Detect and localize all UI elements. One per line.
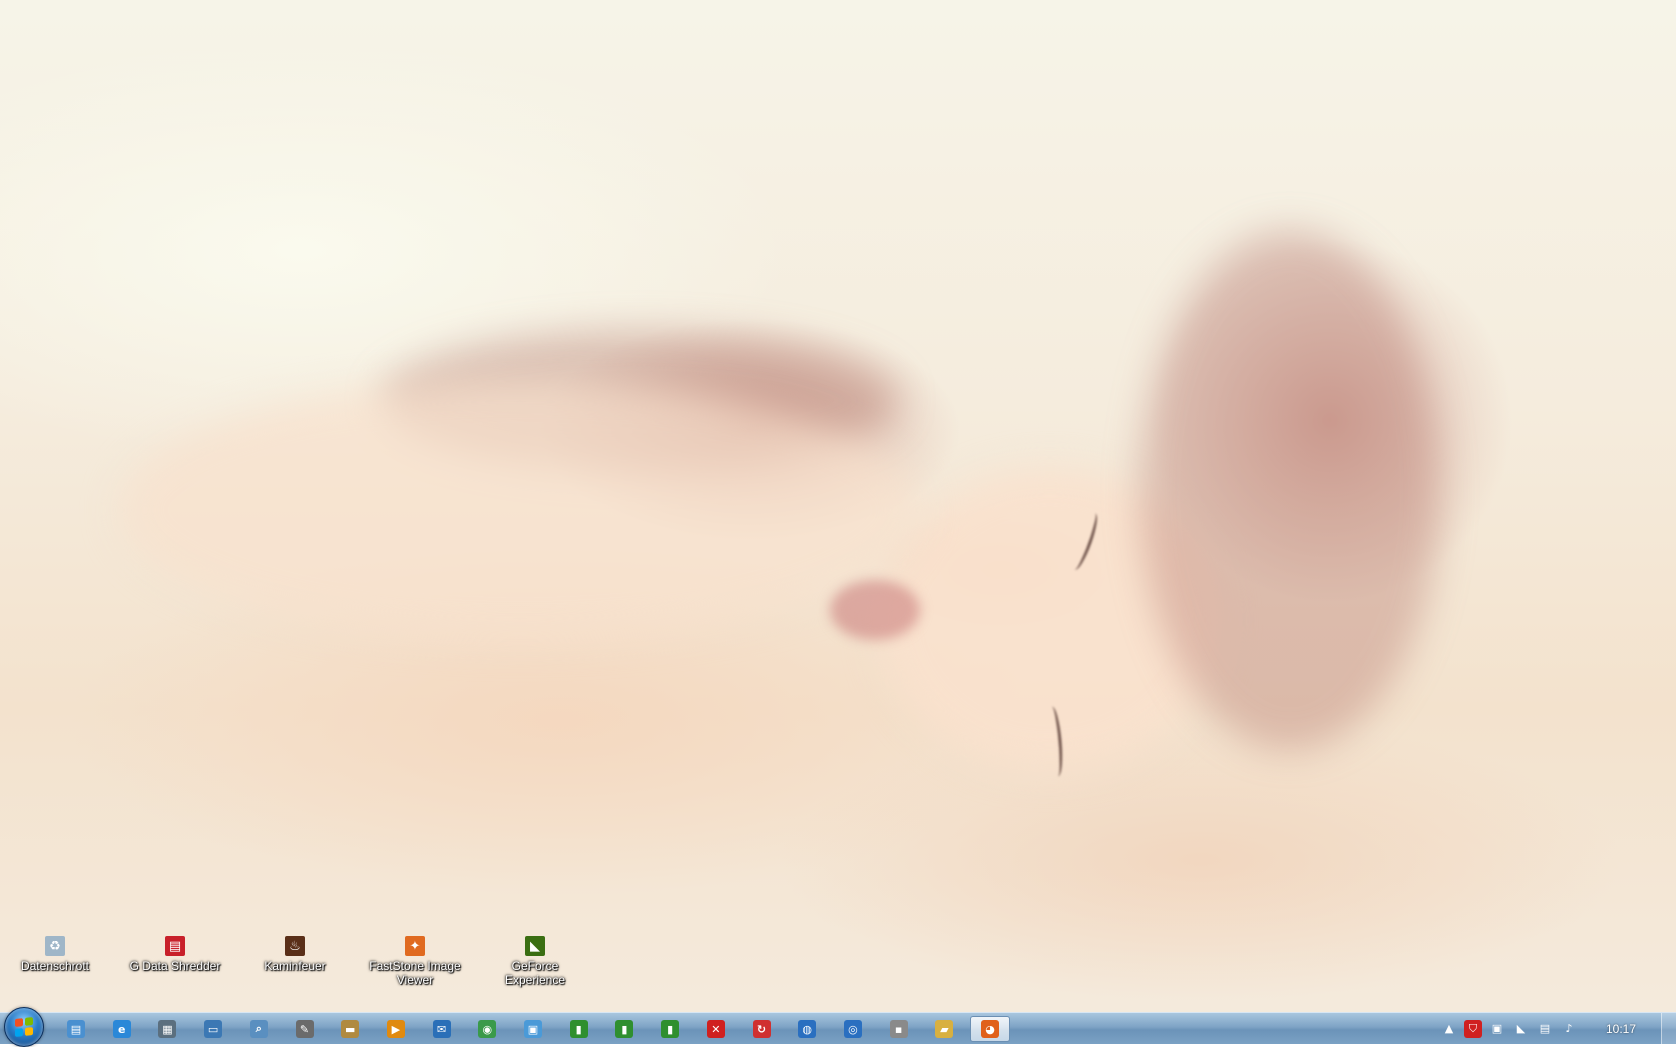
taskbar-button-explorer[interactable]: ▤ <box>56 1016 96 1042</box>
taskbar-button-photos[interactable]: ▣ <box>513 1016 553 1042</box>
nvidia-icon: ◣ <box>525 936 545 956</box>
green-app-2-icon: ▮ <box>615 1020 634 1038</box>
taskbar-button-green-app-3[interactable]: ▮ <box>650 1016 690 1042</box>
volume-icon[interactable]: ♪ <box>1560 1020 1578 1038</box>
gdata-shield-icon[interactable]: ⛉ <box>1464 1019 1482 1038</box>
windows-logo-icon <box>15 1017 33 1037</box>
taskbar-button-camera[interactable]: ▪ <box>879 1016 919 1042</box>
media-player-icon: ▶ <box>386 1020 405 1038</box>
drive-icon: ▭ <box>204 1020 223 1038</box>
wallpaper-shade-hair-right <box>1140 230 1440 750</box>
taskbar-button-maps[interactable]: ◉ <box>467 1016 507 1042</box>
show-hidden-icons-icon[interactable]: ▲ <box>1440 1020 1458 1038</box>
internet-explorer-icon: e <box>112 1020 131 1038</box>
desktop-icon-label: Datenschrott <box>20 959 90 973</box>
firefox-icon: ◕ <box>981 1020 999 1038</box>
start-button[interactable] <box>4 1007 44 1047</box>
network-icon[interactable]: ▤ <box>1536 1020 1554 1038</box>
desktop-icon-label: G Data Shredder <box>129 959 221 973</box>
desktop-icon-g-data-shredder[interactable]: ▤ G Data Shredder <box>120 936 230 973</box>
desktop-icon-label: Kaminfeuer <box>264 959 326 973</box>
faststone-icon: ✦ <box>405 936 425 956</box>
photos-icon: ▣ <box>524 1020 542 1038</box>
taskbar-button-media-player[interactable]: ▶ <box>376 1016 416 1042</box>
taskbar-button-drive[interactable]: ▭ <box>193 1016 233 1042</box>
taskbar-button-internet-explorer[interactable]: e <box>102 1016 142 1042</box>
sync-icon: ↻ <box>752 1020 771 1038</box>
green-app-3-icon: ▮ <box>661 1020 680 1038</box>
desktop-icon-label: FastStone Image Viewer <box>369 959 461 987</box>
taskbar: ▤ e ▦ ▭ ⌕ ✎ ▬ ▶ ✉ ◉ ▣ ▮ ▮ ▮ ✕ ↻ ◍ ◎ ▪ ▰ ◕ ▲ ⛉ ▣ ◣ ▤ ♪ 10:17 <box>0 1007 1676 1047</box>
taskbar-button-mail[interactable]: ✉ <box>422 1016 462 1042</box>
paint-icon: ✎ <box>295 1020 314 1038</box>
camera-icon: ▪ <box>889 1020 908 1038</box>
explorer-icon: ▤ <box>67 1020 85 1038</box>
nvidia-tray-icon[interactable]: ◣ <box>1512 1020 1530 1038</box>
maps-icon: ◉ <box>478 1020 497 1038</box>
fireplace-icon: ♨ <box>285 936 305 956</box>
taskbar-button-green-app-1[interactable]: ▮ <box>559 1016 599 1042</box>
wallpaper-lips <box>830 580 920 640</box>
wallpaper-shade-arm <box>120 380 920 640</box>
taskbar-button-firefox[interactable]: ◕ <box>970 1016 1010 1042</box>
globe-icon: ◎ <box>843 1020 862 1038</box>
tray-icons: ▲ ⛉ ▣ ◣ ▤ ♪ <box>1437 1019 1581 1038</box>
taskbar-button-sync[interactable]: ↻ <box>742 1016 782 1042</box>
recycle-bin-icon: ♻ <box>45 936 65 956</box>
network-globe-icon: ◍ <box>798 1020 817 1038</box>
desktop-wallpaper: ♻ Datenschrott ▤ G Data Shredder ♨ Kamin… <box>0 0 1676 1012</box>
show-desktop-button[interactable] <box>1661 1013 1676 1044</box>
taskbar-button-folder[interactable]: ▰ <box>924 1016 964 1042</box>
taskbar-button-network-globe[interactable]: ◍ <box>787 1016 827 1042</box>
shredder-icon: ▤ <box>165 936 185 956</box>
calculator-icon: ▦ <box>158 1020 177 1038</box>
desktop-icon-faststone-image-viewer[interactable]: ✦ FastStone Image Viewer <box>360 936 470 987</box>
folder-icon: ▰ <box>935 1020 954 1038</box>
desktop-icon-kaminfeuer[interactable]: ♨ Kaminfeuer <box>240 936 350 973</box>
taskbar-button-green-app-2[interactable]: ▮ <box>604 1016 644 1042</box>
scanner-icon: ▬ <box>341 1020 360 1038</box>
taskbar-button-calculator[interactable]: ▦ <box>147 1016 187 1042</box>
taskbar-button-paint[interactable]: ✎ <box>285 1016 325 1042</box>
taskbar-button-scanner[interactable]: ▬ <box>330 1016 370 1042</box>
system-tray: ▲ ⛉ ▣ ◣ ▤ ♪ 10:17 <box>1437 1013 1676 1044</box>
desktop-icon-datenschrott[interactable]: ♻ Datenschrott <box>0 936 110 973</box>
taskbar-button-close-app[interactable]: ✕ <box>696 1016 736 1042</box>
green-app-1-icon: ▮ <box>569 1020 588 1038</box>
desktop-icon-label: GeForce Experience <box>504 959 566 987</box>
monitor-icon[interactable]: ▣ <box>1488 1020 1506 1038</box>
taskbar-button-globe[interactable]: ◎ <box>833 1016 873 1042</box>
close-app-icon: ✕ <box>706 1020 725 1038</box>
taskbar-button-search[interactable]: ⌕ <box>239 1016 279 1042</box>
mail-icon: ✉ <box>432 1020 451 1038</box>
clock[interactable]: 10:17 <box>1581 1022 1661 1036</box>
search-icon: ⌕ <box>249 1020 268 1038</box>
desktop-icon-geforce-experience[interactable]: ◣ GeForce Experience <box>480 936 590 987</box>
